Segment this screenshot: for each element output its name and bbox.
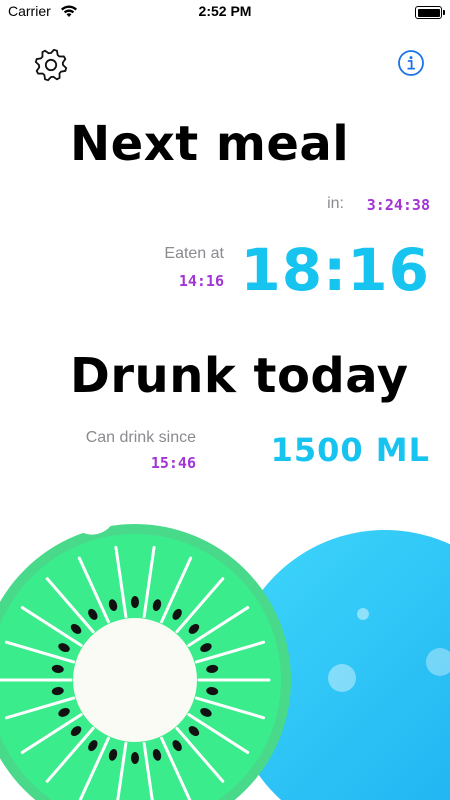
can-drink-since-label: Can drink since bbox=[85, 429, 196, 446]
drunk-today-title: Drunk today bbox=[70, 348, 409, 404]
countdown-label: in: bbox=[327, 195, 344, 212]
kiwi-slice-icon bbox=[0, 524, 291, 800]
next-meal-title: Next meal bbox=[70, 116, 350, 172]
status-time: 2:52 PM bbox=[198, 3, 252, 19]
kiwi-water-illustration bbox=[0, 524, 450, 800]
drunk-amount: 1500 ML bbox=[270, 431, 430, 469]
info-circle-icon[interactable] bbox=[397, 49, 425, 77]
next-meal-time: 18:16 bbox=[240, 236, 430, 304]
battery-icon bbox=[415, 6, 445, 19]
status-bar: Carrier 2:52 PM bbox=[0, 0, 450, 26]
can-drink-since-time: 15:46 bbox=[150, 454, 196, 472]
countdown-value: 3:24:38 bbox=[366, 196, 430, 214]
eaten-at-time: 14:16 bbox=[178, 272, 224, 290]
gear-icon[interactable] bbox=[32, 46, 70, 84]
battery-fill bbox=[417, 8, 440, 17]
eaten-at-label: Eaten at bbox=[164, 245, 224, 262]
